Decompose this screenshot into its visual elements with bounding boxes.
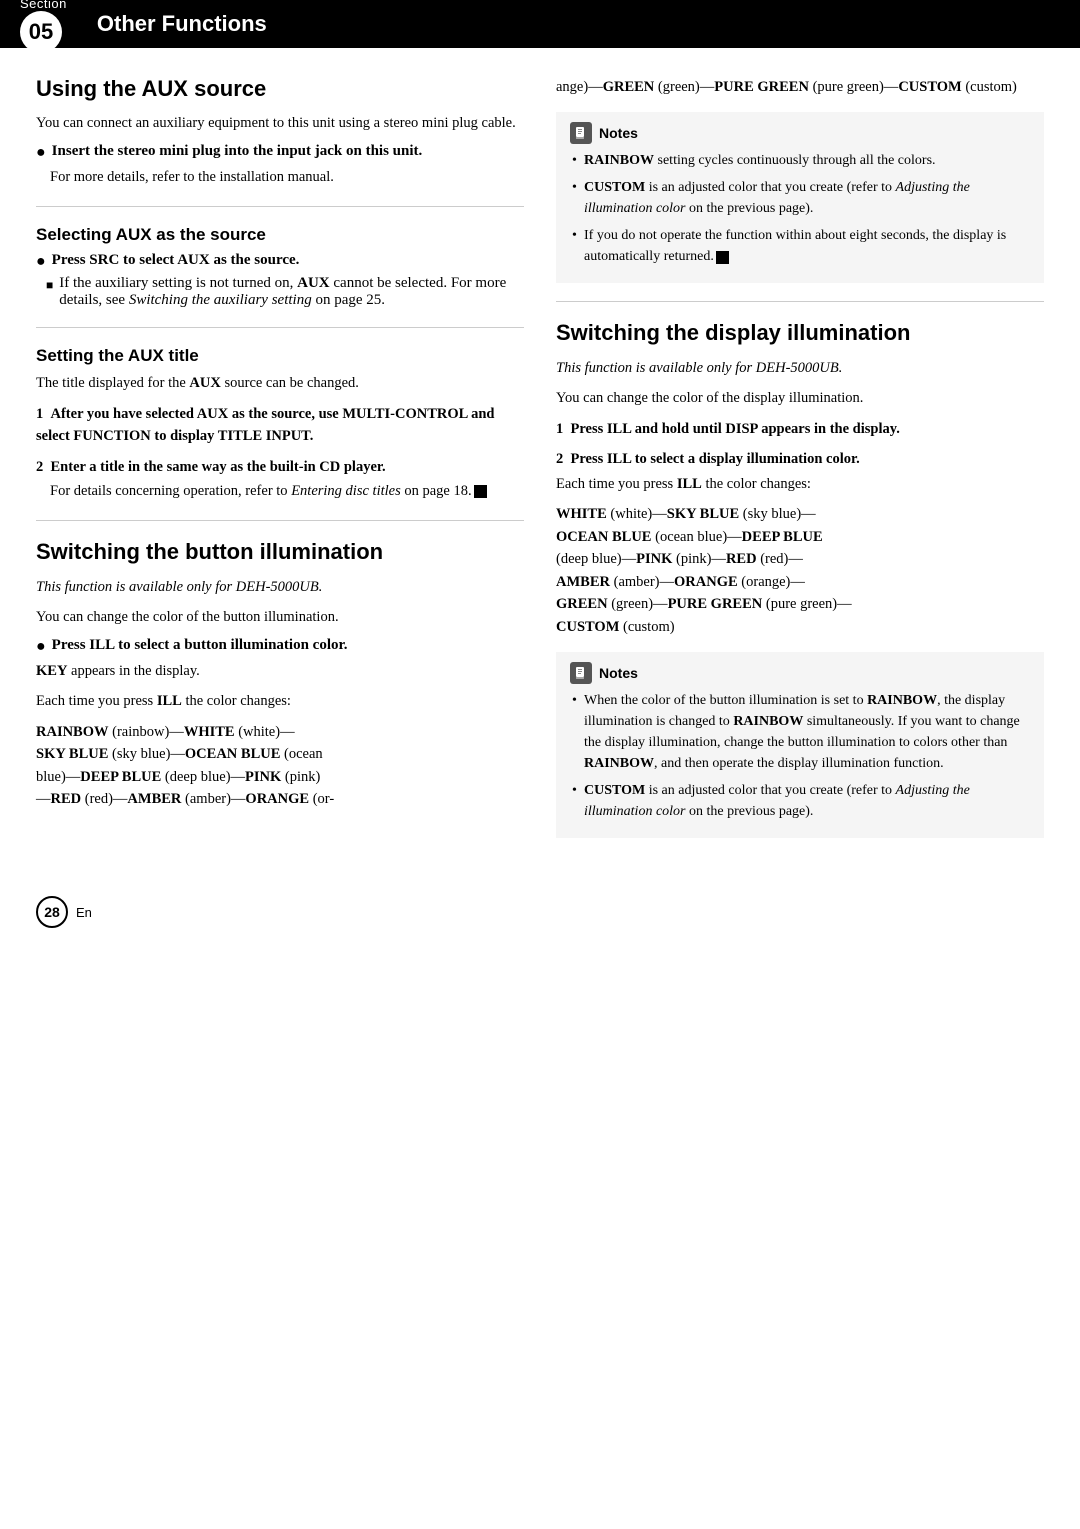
note-2-item-1: When the color of the button illuminatio… <box>570 690 1030 774</box>
circle-bullet-icon: ● <box>36 144 46 162</box>
divider-2 <box>36 327 524 328</box>
notes-box-2: Notes When the color of the button illum… <box>556 652 1044 838</box>
using-aux-section: Using the AUX source You can connect an … <box>36 76 524 188</box>
aux-not-selected-text: If the auxiliary setting is not turned o… <box>59 275 524 309</box>
aux-step-2: 2 Enter a title in the same way as the b… <box>36 456 524 503</box>
stop-icon <box>474 485 487 498</box>
disp-step-2-heading: 2 Press ILL to select a display illumina… <box>556 448 1044 470</box>
notes-box-1: Notes RAINBOW setting cycles continuousl… <box>556 112 1044 283</box>
button-colors: RAINBOW (rainbow)—WHITE (white)— SKY BLU… <box>36 721 524 811</box>
press-ill-bullet: ● Press ILL to select a button illuminat… <box>36 637 524 656</box>
pencil-icon-2 <box>574 666 588 680</box>
switching-button-section: Switching the button illumination This f… <box>36 539 524 810</box>
aux-step-1-heading: 1 After you have selected AUX as the sou… <box>36 403 524 448</box>
notes-label-1: Notes <box>599 125 638 141</box>
aux-step-2-body: For details concerning operation, refer … <box>36 480 524 502</box>
insert-plug-body: For more details, refer to the installat… <box>36 166 524 188</box>
page-number: 28 <box>36 896 68 928</box>
note-1-item-3: If you do not operate the function withi… <box>570 225 1030 267</box>
notes-label-2: Notes <box>599 665 638 681</box>
aux-step-2-heading: 2 Enter a title in the same way as the b… <box>36 456 524 478</box>
notes-header-1: Notes <box>570 122 1030 144</box>
disp-step-1: 1 Press ILL and hold until DISP appears … <box>556 418 1044 440</box>
disp-step-2: 2 Press ILL to select a display illumina… <box>556 448 1044 638</box>
aux-step-1: 1 After you have selected AUX as the sou… <box>36 403 524 448</box>
left-column: Using the AUX source You can connect an … <box>36 76 524 852</box>
circle-bullet-icon-2: ● <box>36 253 46 271</box>
key-appears: KEY appears in the display. <box>36 660 524 682</box>
circle-bullet-icon-3: ● <box>36 638 46 656</box>
switching-button-intro: You can change the color of the button i… <box>36 606 524 628</box>
setting-aux-title-heading: Setting the AUX title <box>36 346 524 366</box>
switching-button-title: Switching the button illumination <box>36 539 524 565</box>
switching-display-section: Switching the display illumination This … <box>556 320 1044 638</box>
divider-4 <box>556 301 1044 302</box>
section-label: Section <box>20 0 67 11</box>
switching-button-italic: This function is available only for DEH-… <box>36 576 524 598</box>
divider-1 <box>36 206 524 207</box>
press-src-bullet: ● Press SRC to select AUX as the source. <box>36 252 524 271</box>
page-header: Section 05 Other Functions <box>0 0 1080 48</box>
note-2-item-2: CUSTOM is an adjusted color that you cre… <box>570 780 1030 822</box>
square-bullet-icon: ■ <box>46 278 53 293</box>
disp-step-2-body: Each time you press ILL the color change… <box>556 473 1044 495</box>
ill-color-changes: Each time you press ILL the color change… <box>36 690 524 712</box>
using-aux-intro: You can connect an auxiliary equipment t… <box>36 112 524 134</box>
note-1-item-2: CUSTOM is an adjusted color that you cre… <box>570 177 1030 219</box>
switching-display-title: Switching the display illumination <box>556 320 1044 346</box>
stop-icon-2 <box>716 251 729 264</box>
note-1-item-1: RAINBOW setting cycles continuously thro… <box>570 150 1030 171</box>
insert-plug-text: Insert the stereo mini plug into the inp… <box>52 143 423 160</box>
display-colors: WHITE (white)—SKY BLUE (sky blue)— OCEAN… <box>556 503 1044 638</box>
setting-aux-title-intro: The title displayed for the AUX source c… <box>36 372 524 394</box>
section-number: 05 <box>20 11 62 53</box>
language-label: En <box>76 905 92 920</box>
aux-not-selected-bullet: ■ If the auxiliary setting is not turned… <box>36 275 524 309</box>
colors-continued: ange)—GREEN (green)—PURE GREEN (pure gre… <box>556 76 1044 98</box>
notes-icon-1 <box>570 122 592 144</box>
press-src-text: Press SRC to select AUX as the source. <box>52 252 300 269</box>
disp-step-1-heading: 1 Press ILL and hold until DISP appears … <box>556 418 1044 440</box>
selecting-aux-section: Selecting AUX as the source ● Press SRC … <box>36 225 524 308</box>
page-footer: 28 En <box>0 890 1080 934</box>
page-body: Using the AUX source You can connect an … <box>0 48 1080 880</box>
page-title: Other Functions <box>97 11 267 37</box>
setting-aux-title-section: Setting the AUX title The title displaye… <box>36 346 524 503</box>
divider-3 <box>36 520 524 521</box>
switching-display-italic: This function is available only for DEH-… <box>556 357 1044 379</box>
notes-list-1: RAINBOW setting cycles continuously thro… <box>570 150 1030 267</box>
notes-list-2: When the color of the button illuminatio… <box>570 690 1030 822</box>
switching-display-intro: You can change the color of the display … <box>556 387 1044 409</box>
using-aux-title: Using the AUX source <box>36 76 524 102</box>
press-ill-text: Press ILL to select a button illuminatio… <box>52 637 348 654</box>
right-column: ange)—GREEN (green)—PURE GREEN (pure gre… <box>556 76 1044 852</box>
insert-plug-bullet: ● Insert the stereo mini plug into the i… <box>36 143 524 162</box>
notes-icon-2 <box>570 662 592 684</box>
notes-header-2: Notes <box>570 662 1030 684</box>
pencil-icon <box>574 126 588 140</box>
selecting-aux-title: Selecting AUX as the source <box>36 225 524 245</box>
